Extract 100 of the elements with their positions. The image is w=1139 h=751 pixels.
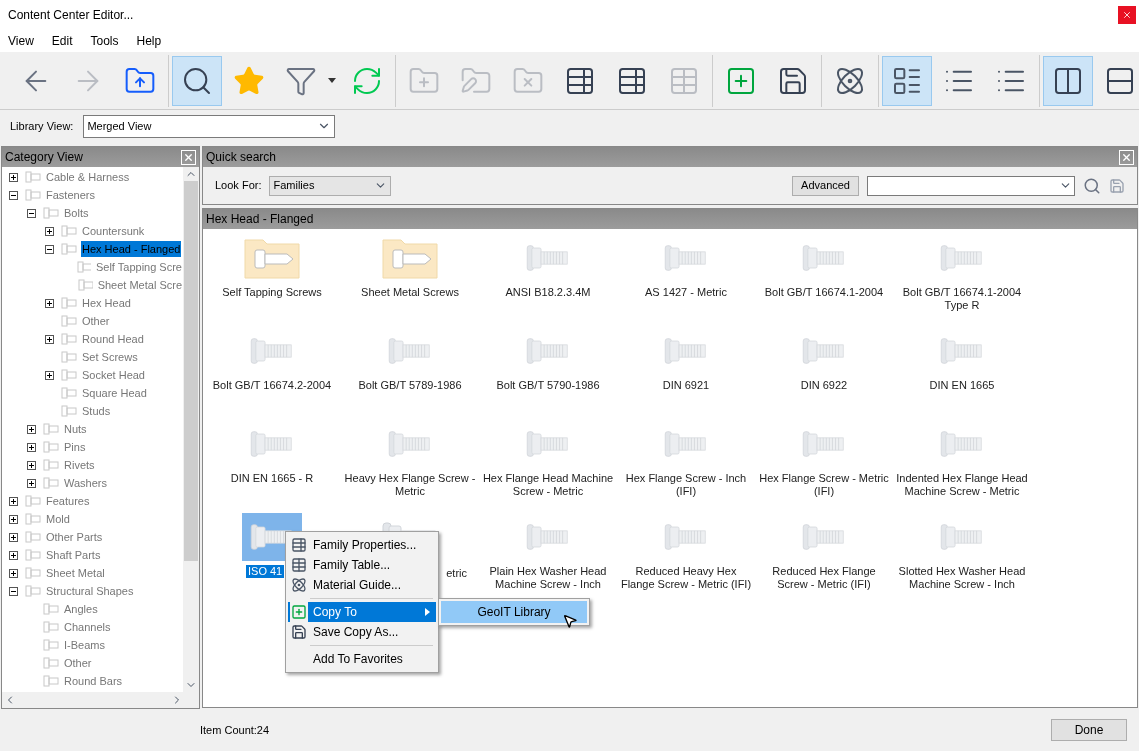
part-icon: [61, 404, 77, 418]
expander[interactable]: [26, 478, 36, 488]
item-label[interactable]: Bolt GB/T 16674.2-2004: [210, 379, 334, 392]
tree-item[interactable]: Self Tapping Scre: [94, 258, 183, 276]
item-label[interactable]: AS 1427 - Metric: [643, 286, 729, 299]
search-field[interactable]: [867, 175, 1075, 196]
item-label[interactable]: ANSI B18.2.3.4M: [503, 286, 593, 299]
menu-item[interactable]: Add To Favorites: [288, 649, 436, 669]
tree-item[interactable]: Hex Head: [81, 294, 132, 312]
tree-item[interactable]: Square Head: [81, 384, 148, 402]
part-icon: [25, 188, 41, 202]
item-label[interactable]: DIN EN 1665: [927, 379, 997, 392]
close-button[interactable]: [1119, 149, 1134, 165]
item-label[interactable]: Sheet Metal Screws: [359, 286, 461, 299]
menu-item[interactable]: GeoIT Library: [441, 601, 587, 623]
expander[interactable]: [8, 190, 18, 200]
library-view-dropdown[interactable]: Merged View: [83, 114, 336, 138]
tree-item[interactable]: Round Bars: [63, 672, 124, 690]
tree-item[interactable]: Nuts: [63, 420, 88, 438]
tree-item[interactable]: Washers: [63, 474, 108, 492]
menu-item[interactable]: Family Properties...: [288, 535, 436, 555]
close-button[interactable]: [181, 149, 196, 165]
tree-item[interactable]: Mold: [45, 510, 71, 528]
expander[interactable]: [8, 532, 18, 542]
menu-item[interactable]: Tools: [90, 32, 119, 50]
toolbar-button[interactable]: [882, 55, 932, 106]
item-label[interactable]: Self Tapping Screws: [220, 286, 324, 299]
tree-item[interactable]: Set Screws: [81, 348, 139, 366]
panel-title: Quick search: [206, 149, 277, 166]
tree-item[interactable]: Cable & Harness: [45, 168, 131, 186]
expander[interactable]: [8, 496, 18, 506]
tree-item[interactable]: Hex Head - Flanged: [81, 240, 182, 258]
done-button[interactable]: Done: [1051, 719, 1127, 741]
item-label[interactable]: DIN 6922: [798, 379, 850, 392]
tree-item[interactable]: Rivets: [63, 456, 96, 474]
part-icon: [61, 332, 77, 346]
tree-item[interactable]: Other Parts: [45, 528, 104, 546]
tree-item[interactable]: Studs: [81, 402, 112, 420]
tree-item[interactable]: Features: [45, 492, 91, 510]
item-label[interactable]: Bolt GB/T 16674.1-2004: [762, 286, 886, 299]
tree-item[interactable]: Angles: [63, 600, 99, 618]
menu-item[interactable]: Copy To: [288, 602, 436, 622]
item-label[interactable]: etric: [446, 567, 467, 580]
tree-item[interactable]: Fasteners: [45, 186, 96, 204]
tree-item[interactable]: Countersunk: [81, 222, 146, 240]
close-icon: [1122, 10, 1132, 20]
search-icon[interactable]: [1083, 176, 1101, 195]
tree-item[interactable]: Bolts: [63, 204, 90, 222]
toolbar-button[interactable]: [172, 55, 222, 106]
look-for-dropdown[interactable]: Families: [269, 175, 392, 196]
expander[interactable]: [8, 172, 18, 182]
part-icon: [25, 530, 41, 544]
dropdown-arrow-icon[interactable]: [328, 78, 336, 83]
item-label[interactable]: DIN 6921: [660, 379, 712, 392]
tree-item[interactable]: I-Beams: [63, 636, 106, 654]
advanced-button[interactable]: Advanced: [792, 175, 859, 196]
scrollbar[interactable]: [2, 692, 199, 708]
item-label[interactable]: Bolt GB/T 5790-1986: [494, 379, 602, 392]
tree-item[interactable]: Channels: [63, 618, 112, 636]
scrollbar[interactable]: [183, 167, 199, 692]
menu-item[interactable]: Material Guide...: [288, 575, 436, 595]
expander[interactable]: [44, 334, 54, 344]
close-icon: [1121, 151, 1132, 163]
menu-item[interactable]: Family Table...: [288, 555, 436, 575]
expander[interactable]: [8, 568, 18, 578]
item-label[interactable]: ISO 41: [246, 565, 285, 578]
tree-item[interactable]: Other: [63, 654, 93, 672]
part-icon: [25, 548, 41, 562]
item-count: Item Count:24: [200, 722, 270, 738]
tree-item[interactable]: Other: [81, 312, 111, 330]
menu-item[interactable]: Help: [136, 32, 162, 50]
expander[interactable]: [26, 208, 36, 218]
panel-title: Hex Head - Flanged: [206, 211, 314, 228]
expander[interactable]: [44, 370, 54, 380]
expander[interactable]: [44, 244, 54, 254]
tree-item[interactable]: Socket Head: [81, 366, 146, 384]
expander[interactable]: [44, 226, 54, 236]
tree-item[interactable]: Round Head: [81, 330, 145, 348]
expander[interactable]: [44, 298, 54, 308]
square-plus-icon: [291, 604, 307, 620]
expander[interactable]: [26, 442, 36, 452]
close-button[interactable]: [1118, 6, 1136, 24]
menu-item[interactable]: Edit: [51, 32, 73, 50]
tree-item[interactable]: Structural Shapes: [45, 582, 135, 600]
part-icon: [61, 314, 77, 328]
tree-item[interactable]: Pins: [63, 438, 87, 456]
item-label[interactable]: DIN EN 1665 - R: [228, 472, 316, 485]
expander[interactable]: [8, 586, 18, 596]
tree-item[interactable]: Sheet Metal: [45, 564, 106, 582]
expander[interactable]: [26, 460, 36, 470]
item-label[interactable]: Bolt GB/T 5789-1986: [356, 379, 464, 392]
tree-item[interactable]: Shaft Parts: [45, 546, 102, 564]
expander[interactable]: [8, 514, 18, 524]
menu-item[interactable]: View: [8, 32, 34, 50]
expander[interactable]: [8, 550, 18, 560]
expander[interactable]: [26, 424, 36, 434]
tree-item[interactable]: Sheet Metal Scre: [96, 276, 183, 294]
save-icon[interactable]: [1109, 177, 1125, 194]
menu-item[interactable]: Save Copy As...: [288, 622, 436, 642]
toolbar-button[interactable]: [1043, 55, 1093, 106]
